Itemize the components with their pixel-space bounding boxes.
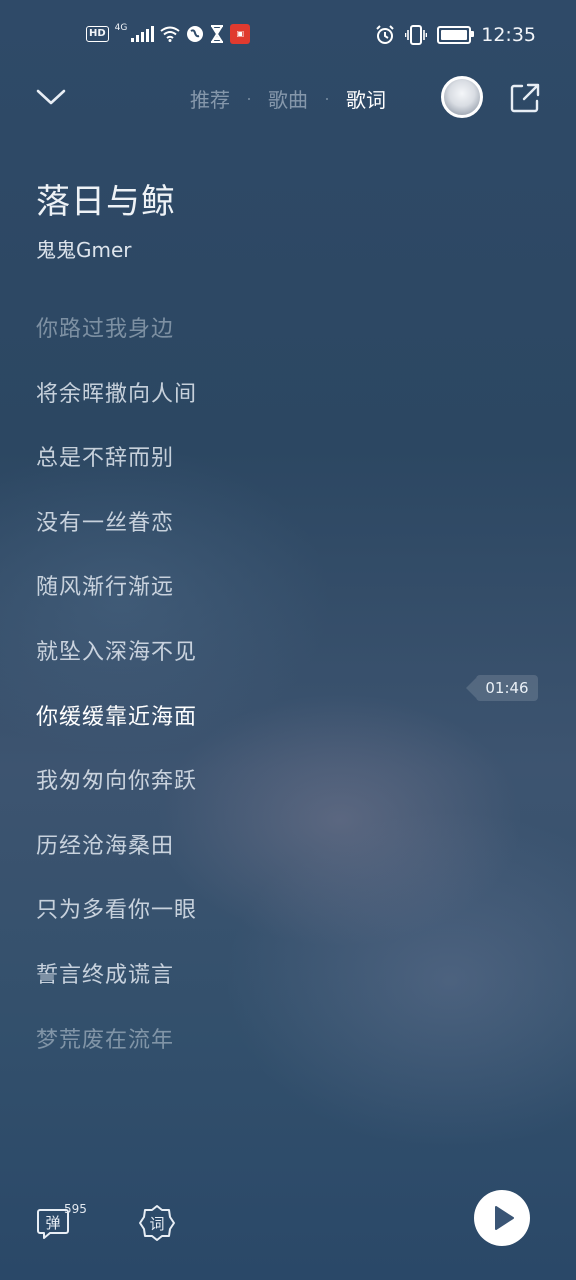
lyric-line[interactable]: 随风渐行渐远	[36, 570, 456, 635]
browser-globe-icon	[187, 26, 204, 42]
status-bar: HD 4G ▣ 12:35	[0, 0, 576, 72]
lyric-line[interactable]: 你路过我身边	[36, 312, 456, 377]
tab-song[interactable]: 歌曲	[268, 84, 308, 113]
share-icon[interactable]	[509, 82, 541, 114]
alarm-icon	[376, 25, 394, 44]
play-button[interactable]	[474, 1190, 530, 1246]
seek-time-marker[interactable]: 01:46	[466, 675, 538, 701]
lyric-mode-icon[interactable]: 词	[138, 1204, 176, 1242]
lyric-line[interactable]: 将余晖撒向人间	[36, 377, 456, 442]
lyric-line[interactable]: 历经沧海桑田	[36, 829, 456, 894]
lyric-line[interactable]: 我匆匆向你奔跃	[36, 764, 456, 829]
tab-lyrics[interactable]: 歌词	[346, 84, 386, 113]
lyric-line[interactable]: 就坠入深海不见	[36, 635, 456, 700]
play-icon	[495, 1206, 514, 1230]
player-tabs: 推荐 歌曲 歌词	[190, 84, 386, 113]
app-notification-icon: ▣	[230, 24, 251, 44]
lyric-line-current[interactable]: 你缓缓靠近海面	[36, 700, 456, 765]
wifi-icon	[160, 26, 180, 42]
avatar[interactable]	[441, 76, 483, 118]
lyric-line[interactable]: 梦荒废在流年	[36, 1023, 456, 1088]
chevron-down-icon[interactable]	[34, 80, 68, 114]
player-header: 推荐 歌曲 歌词	[0, 72, 576, 128]
danmaku-count-badge: 595	[64, 1202, 87, 1216]
lyric-line[interactable]: 没有一丝眷恋	[36, 506, 456, 571]
status-right: 12:35	[375, 24, 536, 46]
signal-icon	[131, 26, 155, 42]
clock: 12:35	[481, 24, 536, 46]
vibrate-icon	[405, 25, 428, 45]
lyric-line[interactable]: 誓言终成谎言	[36, 958, 456, 1023]
lyrics-list[interactable]: 你路过我身边 将余晖撒向人间 总是不辞而别 没有一丝眷恋 随风渐行渐远 就坠入深…	[36, 312, 456, 1087]
artist-name[interactable]: 鬼鬼Gmer	[36, 234, 132, 263]
danmaku-label: 弹	[45, 1214, 60, 1232]
lyric-line[interactable]: 总是不辞而别	[36, 441, 456, 506]
tab-divider	[326, 97, 328, 100]
status-left: HD 4G ▣	[86, 23, 251, 44]
lyric-line[interactable]: 只为多看你一眼	[36, 893, 456, 958]
tab-divider	[248, 97, 250, 100]
hd-badge: HD	[86, 26, 109, 42]
battery-icon	[437, 26, 475, 44]
lyric-mode-label: 词	[149, 1215, 164, 1233]
hourglass-icon	[211, 25, 224, 43]
network-type: 4G	[114, 23, 128, 33]
tab-recommend[interactable]: 推荐	[190, 84, 230, 113]
song-title: 落日与鲸	[36, 182, 176, 222]
